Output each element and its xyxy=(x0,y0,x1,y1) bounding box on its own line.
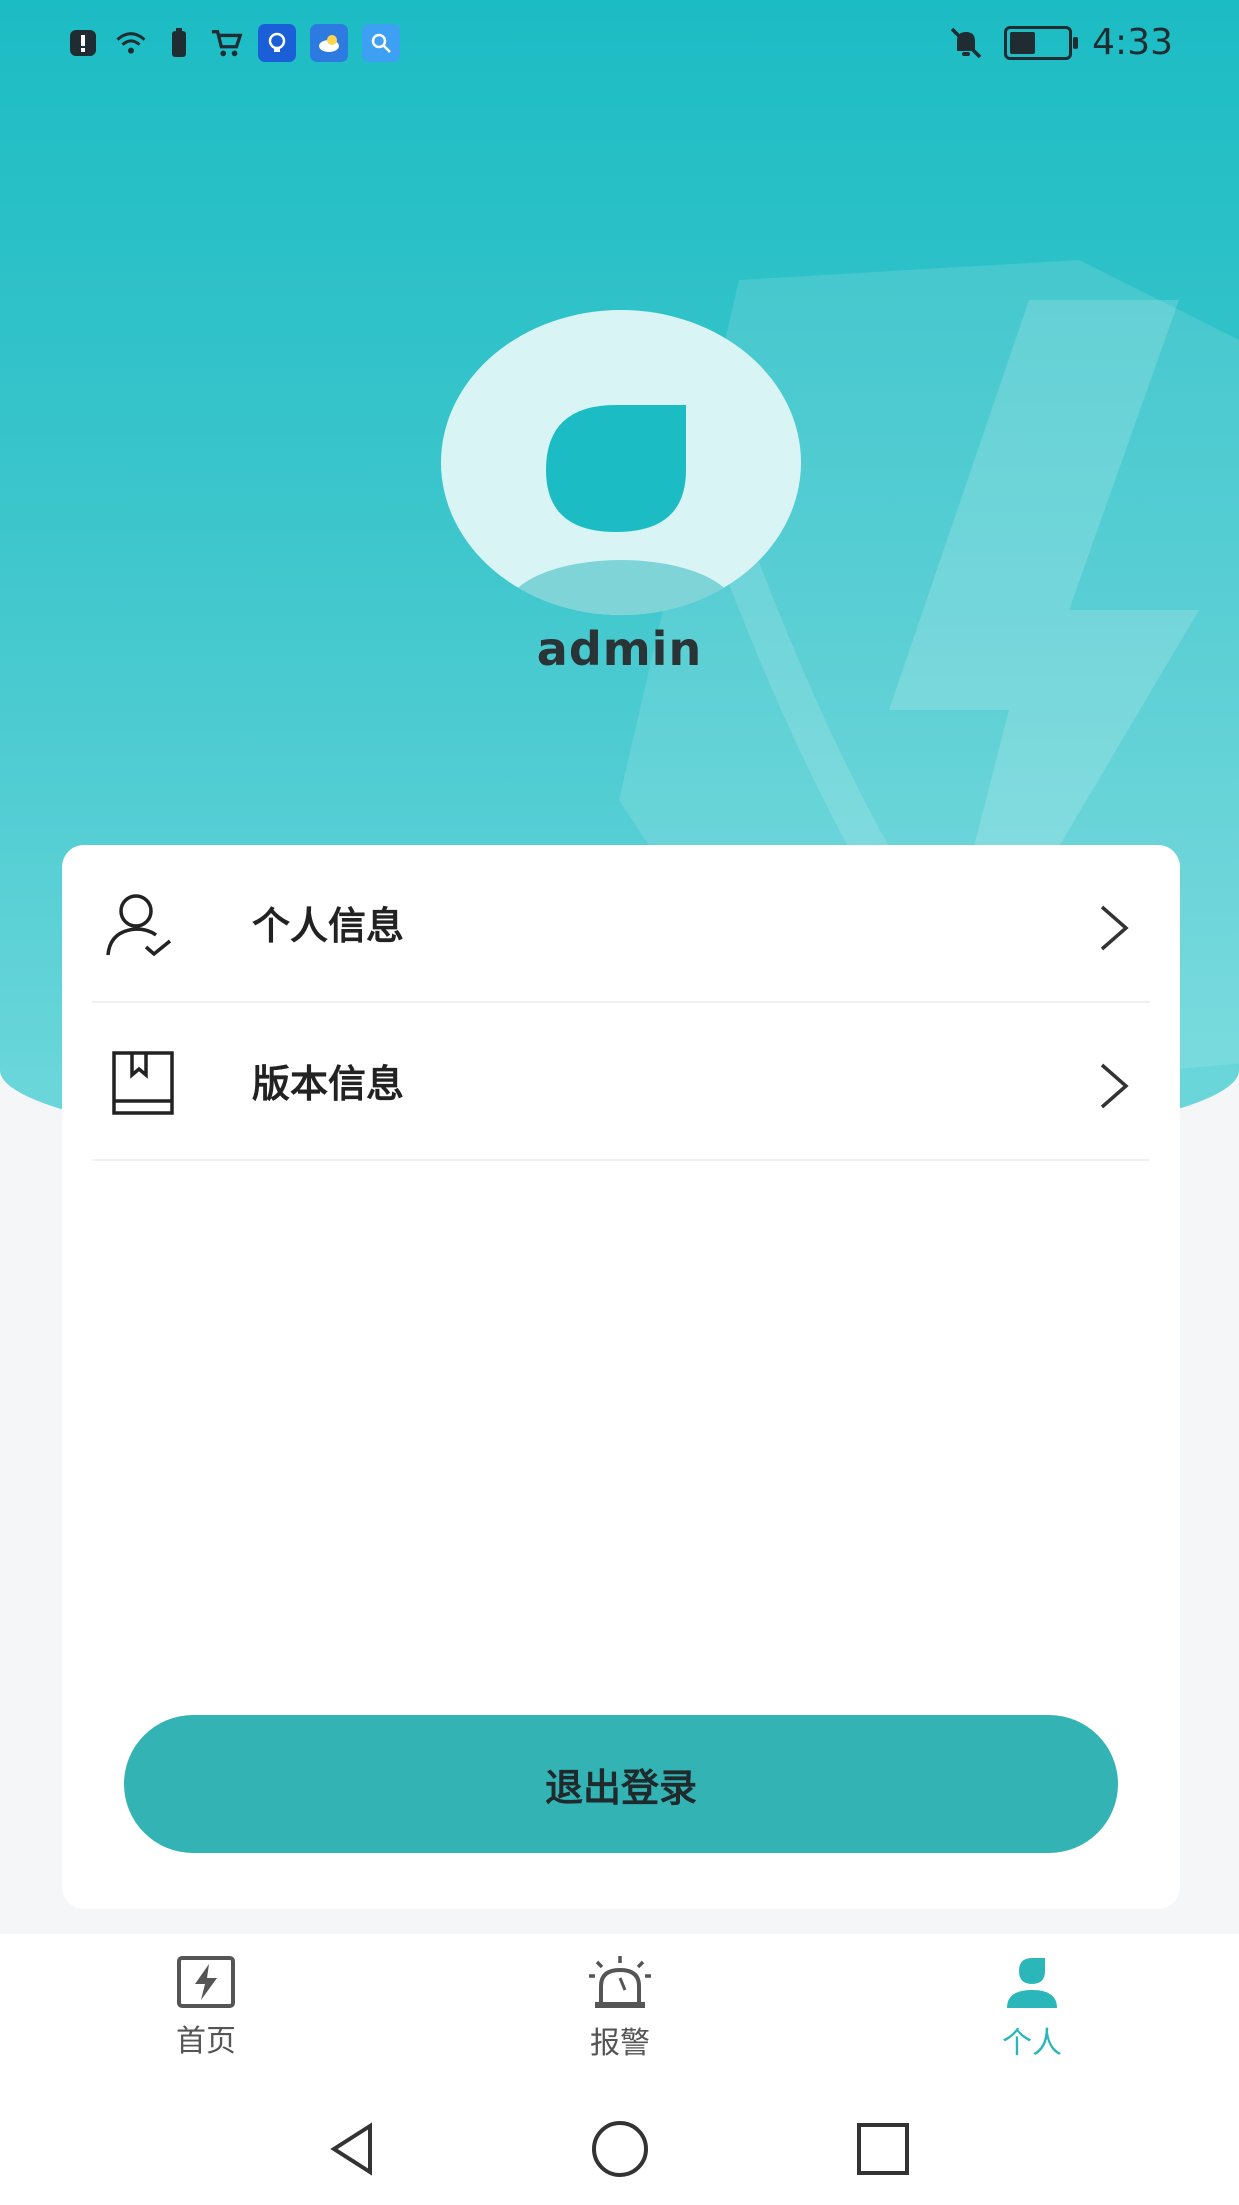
logout-button[interactable]: 退出登录 xyxy=(124,1715,1118,1853)
chevron-right-icon xyxy=(1100,905,1129,951)
chevron-right-icon xyxy=(1100,1063,1129,1109)
person-icon xyxy=(1007,1958,1057,2008)
tab-alarm[interactable]: 报警 xyxy=(540,1954,700,2074)
username: admin xyxy=(536,622,703,676)
tab-profile[interactable]: 个人 xyxy=(952,1954,1112,2074)
status-time: 4:33 xyxy=(1092,22,1173,63)
battery-small-icon xyxy=(162,26,196,60)
tab-label: 报警 xyxy=(590,2026,650,2061)
system-navigation-bar xyxy=(0,2084,1239,2205)
menu-item-label: 版本信息 xyxy=(252,1062,405,1106)
user-check-icon xyxy=(106,894,172,957)
default-avatar-icon xyxy=(506,405,736,615)
status-bar: 4:33 xyxy=(0,0,1239,90)
cart-icon xyxy=(210,26,244,60)
tab-label: 首页 xyxy=(176,2024,236,2059)
avatar[interactable] xyxy=(441,310,801,615)
app-bulb-icon xyxy=(258,24,296,62)
tab-label: 个人 xyxy=(1002,2026,1062,2061)
recents-square-icon[interactable] xyxy=(848,2114,918,2184)
menu-item-version-info[interactable]: 版本信息 xyxy=(92,1003,1150,1161)
menu-item-personal-info[interactable]: 个人信息 xyxy=(92,845,1150,1003)
wifi-icon xyxy=(114,26,148,60)
app-weather-icon xyxy=(310,24,348,62)
battery-icon xyxy=(1004,25,1079,60)
bell-muted-icon xyxy=(950,27,982,58)
alarm-siren-icon xyxy=(589,1956,651,2008)
profile-menu-card: 个人信息 版本信息 退出登录 xyxy=(62,845,1180,1909)
alert-icon xyxy=(66,26,100,60)
tab-home[interactable]: 首页 xyxy=(126,1954,286,2074)
back-icon[interactable] xyxy=(318,2114,388,2184)
home-circle-icon[interactable] xyxy=(585,2114,655,2184)
lightning-box-icon xyxy=(177,1956,235,2008)
menu-item-label: 个人信息 xyxy=(252,904,405,948)
book-icon xyxy=(112,1051,174,1115)
bottom-tab-bar: 首页 报警 个人 xyxy=(0,1934,1239,2084)
app-search-icon xyxy=(362,24,400,62)
